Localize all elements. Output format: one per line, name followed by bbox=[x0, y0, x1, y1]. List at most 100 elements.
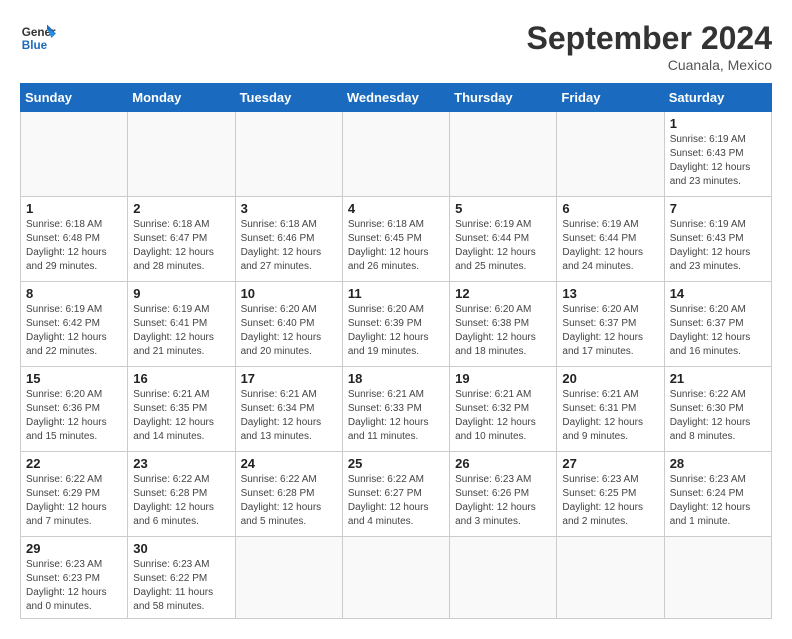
header-day-monday: Monday bbox=[128, 84, 235, 112]
logo-icon: General Blue bbox=[20, 20, 56, 56]
day-cell: 16Sunrise: 6:21 AM Sunset: 6:35 PM Dayli… bbox=[128, 367, 235, 452]
day-cell: 29 Sunrise: 6:23 AM Sunset: 6:23 PM Dayli… bbox=[21, 537, 128, 619]
day-cell: 19Sunrise: 6:21 AM Sunset: 6:32 PM Dayli… bbox=[450, 367, 557, 452]
title-area: September 2024 Cuanala, Mexico bbox=[527, 20, 772, 73]
month-title: September 2024 bbox=[527, 20, 772, 57]
day-detail: Sunrise: 6:23 AM Sunset: 6:24 PM Dayligh… bbox=[670, 474, 751, 527]
day-cell: 7Sunrise: 6:19 AM Sunset: 6:43 PM Daylig… bbox=[664, 197, 771, 282]
header-day-saturday: Saturday bbox=[664, 84, 771, 112]
day-number: 2 bbox=[133, 201, 229, 216]
day-number: 1 bbox=[26, 201, 122, 216]
day-cell: 1Sunrise: 6:19 AM Sunset: 6:43 PM Daylig… bbox=[664, 112, 771, 197]
day-detail: Sunrise: 6:19 AM Sunset: 6:42 PM Dayligh… bbox=[26, 304, 107, 357]
day-number: 23 bbox=[133, 456, 229, 471]
header-row: SundayMondayTuesdayWednesdayThursdayFrid… bbox=[21, 84, 772, 112]
day-cell: 2 Sunrise: 6:18 AM Sunset: 6:47 PM Daylig… bbox=[128, 197, 235, 282]
day-cell: 10 Sunrise: 6:20 AM Sunset: 6:40 PM Dayli… bbox=[235, 282, 342, 367]
day-cell: 6 Sunrise: 6:19 AM Sunset: 6:44 PM Daylig… bbox=[557, 197, 664, 282]
empty-cell bbox=[342, 112, 449, 197]
day-cell: 26Sunrise: 6:23 AM Sunset: 6:26 PM Dayli… bbox=[450, 452, 557, 537]
day-detail: Sunrise: 6:22 AM Sunset: 6:30 PM Dayligh… bbox=[670, 389, 751, 442]
day-cell: 17 Sunrise: 6:21 AM Sunset: 6:34 PM Dayli… bbox=[235, 367, 342, 452]
week-row: 15Sunrise: 6:20 AM Sunset: 6:36 PM Dayli… bbox=[21, 367, 772, 452]
day-number: 12 bbox=[455, 286, 551, 301]
day-detail: Sunrise: 6:21 AM Sunset: 6:31 PM Dayligh… bbox=[562, 389, 643, 442]
day-cell: 9Sunrise: 6:19 AM Sunset: 6:41 PM Daylig… bbox=[128, 282, 235, 367]
day-cell: 4Sunrise: 6:18 AM Sunset: 6:45 PM Daylig… bbox=[342, 197, 449, 282]
day-number: 8 bbox=[26, 286, 122, 301]
day-detail: Sunrise: 6:19 AM Sunset: 6:43 PM Dayligh… bbox=[670, 219, 751, 272]
day-detail: Sunrise: 6:21 AM Sunset: 6:34 PM Dayligh… bbox=[241, 389, 322, 442]
header-day-wednesday: Wednesday bbox=[342, 84, 449, 112]
day-number: 28 bbox=[670, 456, 766, 471]
day-cell: 13Sunrise: 6:20 AM Sunset: 6:37 PM Dayli… bbox=[557, 282, 664, 367]
day-number: 25 bbox=[348, 456, 444, 471]
empty-cell bbox=[450, 537, 557, 619]
day-cell: 21 Sunrise: 6:22 AM Sunset: 6:30 PM Dayli… bbox=[664, 367, 771, 452]
day-number: 17 bbox=[241, 371, 337, 386]
day-detail: Sunrise: 6:21 AM Sunset: 6:33 PM Dayligh… bbox=[348, 389, 429, 442]
day-number: 4 bbox=[348, 201, 444, 216]
day-number: 18 bbox=[348, 371, 444, 386]
day-cell: 18 Sunrise: 6:21 AM Sunset: 6:33 PM Dayli… bbox=[342, 367, 449, 452]
day-number: 22 bbox=[26, 456, 122, 471]
empty-cell bbox=[21, 112, 128, 197]
day-number: 5 bbox=[455, 201, 551, 216]
day-number: 27 bbox=[562, 456, 658, 471]
day-cell: 15Sunrise: 6:20 AM Sunset: 6:36 PM Dayli… bbox=[21, 367, 128, 452]
day-number: 3 bbox=[241, 201, 337, 216]
empty-cell bbox=[128, 112, 235, 197]
day-cell: 20 Sunrise: 6:21 AM Sunset: 6:31 PM Dayli… bbox=[557, 367, 664, 452]
day-detail: Sunrise: 6:23 AM Sunset: 6:22 PM Dayligh… bbox=[133, 559, 213, 612]
empty-cell bbox=[342, 537, 449, 619]
header-day-sunday: Sunday bbox=[21, 84, 128, 112]
logo: General Blue bbox=[20, 20, 56, 56]
day-number: 24 bbox=[241, 456, 337, 471]
day-number: 21 bbox=[670, 371, 766, 386]
day-detail: Sunrise: 6:20 AM Sunset: 6:39 PM Dayligh… bbox=[348, 304, 429, 357]
day-detail: Sunrise: 6:21 AM Sunset: 6:35 PM Dayligh… bbox=[133, 389, 214, 442]
day-detail: Sunrise: 6:19 AM Sunset: 6:44 PM Dayligh… bbox=[562, 219, 643, 272]
empty-cell bbox=[235, 537, 342, 619]
day-number: 11 bbox=[348, 286, 444, 301]
day-cell: 14Sunrise: 6:20 AM Sunset: 6:37 PM Dayli… bbox=[664, 282, 771, 367]
empty-cell bbox=[235, 112, 342, 197]
location: Cuanala, Mexico bbox=[527, 57, 772, 73]
day-detail: Sunrise: 6:23 AM Sunset: 6:23 PM Dayligh… bbox=[26, 559, 107, 612]
day-detail: Sunrise: 6:21 AM Sunset: 6:32 PM Dayligh… bbox=[455, 389, 536, 442]
day-detail: Sunrise: 6:18 AM Sunset: 6:46 PM Dayligh… bbox=[241, 219, 322, 272]
day-number: 10 bbox=[241, 286, 337, 301]
day-detail: Sunrise: 6:22 AM Sunset: 6:29 PM Dayligh… bbox=[26, 474, 107, 527]
day-detail: Sunrise: 6:23 AM Sunset: 6:25 PM Dayligh… bbox=[562, 474, 643, 527]
day-detail: Sunrise: 6:19 AM Sunset: 6:44 PM Dayligh… bbox=[455, 219, 536, 272]
empty-cell bbox=[557, 112, 664, 197]
day-number: 26 bbox=[455, 456, 551, 471]
day-number: 20 bbox=[562, 371, 658, 386]
day-detail: Sunrise: 6:19 AM Sunset: 6:41 PM Dayligh… bbox=[133, 304, 214, 357]
day-detail: Sunrise: 6:18 AM Sunset: 6:47 PM Dayligh… bbox=[133, 219, 214, 272]
day-detail: Sunrise: 6:22 AM Sunset: 6:27 PM Dayligh… bbox=[348, 474, 429, 527]
day-detail: Sunrise: 6:20 AM Sunset: 6:36 PM Dayligh… bbox=[26, 389, 107, 442]
day-number: 30 bbox=[133, 541, 229, 556]
day-detail: Sunrise: 6:20 AM Sunset: 6:40 PM Dayligh… bbox=[241, 304, 322, 357]
day-cell: 30 Sunrise: 6:23 AM Sunset: 6:22 PM Dayli… bbox=[128, 537, 235, 619]
day-number: 29 bbox=[26, 541, 122, 556]
day-cell: 24Sunrise: 6:22 AM Sunset: 6:28 PM Dayli… bbox=[235, 452, 342, 537]
week-row: 1 Sunrise: 6:18 AM Sunset: 6:48 PM Daylig… bbox=[21, 197, 772, 282]
empty-cell bbox=[450, 112, 557, 197]
day-detail: Sunrise: 6:20 AM Sunset: 6:38 PM Dayligh… bbox=[455, 304, 536, 357]
day-cell: 25 Sunrise: 6:22 AM Sunset: 6:27 PM Dayli… bbox=[342, 452, 449, 537]
day-detail: Sunrise: 6:18 AM Sunset: 6:48 PM Dayligh… bbox=[26, 219, 107, 272]
day-cell: 11 Sunrise: 6:20 AM Sunset: 6:39 PM Dayli… bbox=[342, 282, 449, 367]
day-cell: 22 Sunrise: 6:22 AM Sunset: 6:29 PM Dayli… bbox=[21, 452, 128, 537]
week-row: 29 Sunrise: 6:23 AM Sunset: 6:23 PM Dayli… bbox=[21, 537, 772, 619]
day-cell: 3 Sunrise: 6:18 AM Sunset: 6:46 PM Daylig… bbox=[235, 197, 342, 282]
header-day-tuesday: Tuesday bbox=[235, 84, 342, 112]
day-detail: Sunrise: 6:20 AM Sunset: 6:37 PM Dayligh… bbox=[670, 304, 751, 357]
empty-cell bbox=[664, 537, 771, 619]
day-detail: Sunrise: 6:22 AM Sunset: 6:28 PM Dayligh… bbox=[133, 474, 214, 527]
week-row: 8 Sunrise: 6:19 AM Sunset: 6:42 PM Daylig… bbox=[21, 282, 772, 367]
header-day-friday: Friday bbox=[557, 84, 664, 112]
day-number: 6 bbox=[562, 201, 658, 216]
day-cell: 27 Sunrise: 6:23 AM Sunset: 6:25 PM Dayli… bbox=[557, 452, 664, 537]
